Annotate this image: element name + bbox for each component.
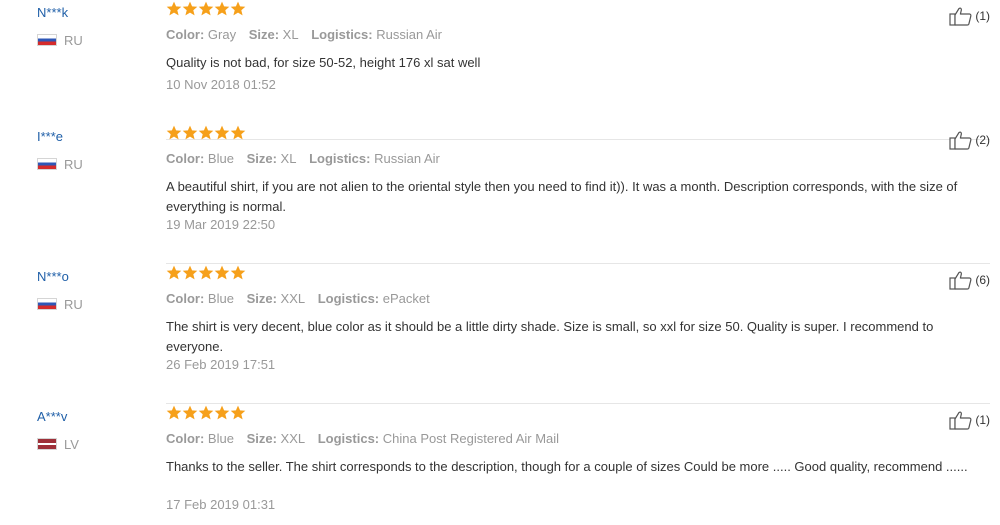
russia-flag-icon (37, 158, 57, 170)
helpful-count: (6) (975, 273, 990, 287)
star-icon (182, 1, 198, 17)
order-attributes: Color: Blue Size: XL Logistics: Russian … (166, 151, 449, 166)
star-icon (166, 1, 182, 17)
color-value: Blue (207, 431, 234, 446)
logistics-value: Russian Air (374, 151, 440, 166)
logistics-value: China Post Registered Air Mail (382, 431, 560, 446)
logistics-label: Logistics: (317, 431, 380, 446)
helpful-button[interactable]: (1) (949, 6, 990, 26)
size-label: Size: (246, 291, 277, 306)
country-code: RU (64, 296, 83, 312)
star-icon (166, 125, 182, 141)
star-icon (198, 405, 214, 421)
russia-flag-icon (37, 298, 57, 310)
star-icon (214, 265, 230, 281)
review-text: The shirt is very decent, blue color as … (166, 319, 934, 354)
star-icon (182, 125, 198, 141)
helpful-count: (1) (975, 413, 990, 427)
thumbs-up-icon (949, 6, 973, 26)
star-icon (230, 1, 246, 17)
review-text: Thanks to the seller. The shirt correspo… (166, 459, 968, 474)
logistics-label: Logistics: (311, 27, 373, 42)
country-code: RU (64, 32, 83, 48)
helpful-count: (1) (975, 9, 990, 23)
review-item: A***v LV Color: Blue Size: XXL Logistics… (0, 404, 990, 525)
reviewer-country: RU (37, 296, 83, 312)
review-item: I***e RU Color: Blue Size: XL Logistics:… (0, 124, 990, 264)
review-text: A beautiful shirt, if you are not alien … (166, 179, 958, 214)
star-icon (230, 125, 246, 141)
star-icon (182, 265, 198, 281)
size-value: XL (280, 151, 297, 166)
color-label: Color: (166, 291, 205, 306)
size-label: Size: (246, 431, 277, 446)
color-label: Color: (166, 151, 205, 166)
reviewer-name[interactable]: N***k (37, 5, 68, 20)
russia-flag-icon (37, 34, 57, 46)
country-code: LV (64, 436, 79, 452)
star-icon (198, 1, 214, 17)
size-label: Size: (246, 151, 277, 166)
star-icon (230, 265, 246, 281)
size-value: XL (282, 27, 299, 42)
size-value: XXL (280, 431, 306, 446)
star-icon (214, 125, 230, 141)
thumbs-up-icon (949, 410, 973, 430)
logistics-value: ePacket (382, 291, 430, 306)
star-rating (166, 405, 246, 421)
review-date: 19 Mar 2019 22:50 (166, 217, 276, 232)
helpful-count: (2) (975, 133, 990, 147)
color-value: Gray (207, 27, 237, 42)
review-item: N***k RU Color: Gray Size: XL Logistics:… (0, 0, 990, 140)
reviewer-name[interactable]: I***e (37, 129, 63, 144)
order-attributes: Color: Gray Size: XL Logistics: Russian … (166, 27, 451, 42)
star-icon (198, 265, 214, 281)
star-rating (166, 265, 246, 281)
star-icon (214, 405, 230, 421)
thumbs-up-icon (949, 130, 973, 150)
helpful-button[interactable]: (2) (949, 130, 990, 150)
star-icon (166, 405, 182, 421)
review-text: Quality is not bad, for size 50-52, heig… (166, 55, 481, 70)
star-icon (166, 265, 182, 281)
review-date: 10 Nov 2018 01:52 (166, 77, 276, 92)
order-attributes: Color: Blue Size: XXL Logistics: ePacket (166, 291, 439, 306)
review-date: 17 Feb 2019 01:31 (166, 497, 276, 512)
color-value: Blue (207, 291, 234, 306)
logistics-label: Logistics: (309, 151, 371, 166)
color-label: Color: (166, 431, 205, 446)
reviewer-name[interactable]: N***o (37, 269, 69, 284)
color-label: Color: (166, 27, 205, 42)
country-code: RU (64, 156, 83, 172)
helpful-button[interactable]: (1) (949, 410, 990, 430)
star-icon (182, 405, 198, 421)
review-date: 26 Feb 2019 17:51 (166, 357, 276, 372)
reviewer-country: RU (37, 156, 83, 172)
star-rating (166, 125, 246, 141)
reviewer-name[interactable]: A***v (37, 409, 67, 424)
order-attributes: Color: Blue Size: XXL Logistics: China P… (166, 431, 568, 446)
star-icon (214, 1, 230, 17)
size-value: XXL (280, 291, 306, 306)
logistics-label: Logistics: (317, 291, 380, 306)
color-value: Blue (207, 151, 234, 166)
star-rating (166, 1, 246, 17)
latvia-flag-icon (37, 438, 57, 450)
helpful-button[interactable]: (6) (949, 270, 990, 290)
reviewer-country: LV (37, 436, 79, 452)
star-icon (198, 125, 214, 141)
size-label: Size: (248, 27, 280, 42)
thumbs-up-icon (949, 270, 973, 290)
review-item: N***o RU Color: Blue Size: XXL Logistics… (0, 264, 990, 404)
star-icon (230, 405, 246, 421)
reviewer-country: RU (37, 32, 83, 48)
logistics-value: Russian Air (376, 27, 442, 42)
